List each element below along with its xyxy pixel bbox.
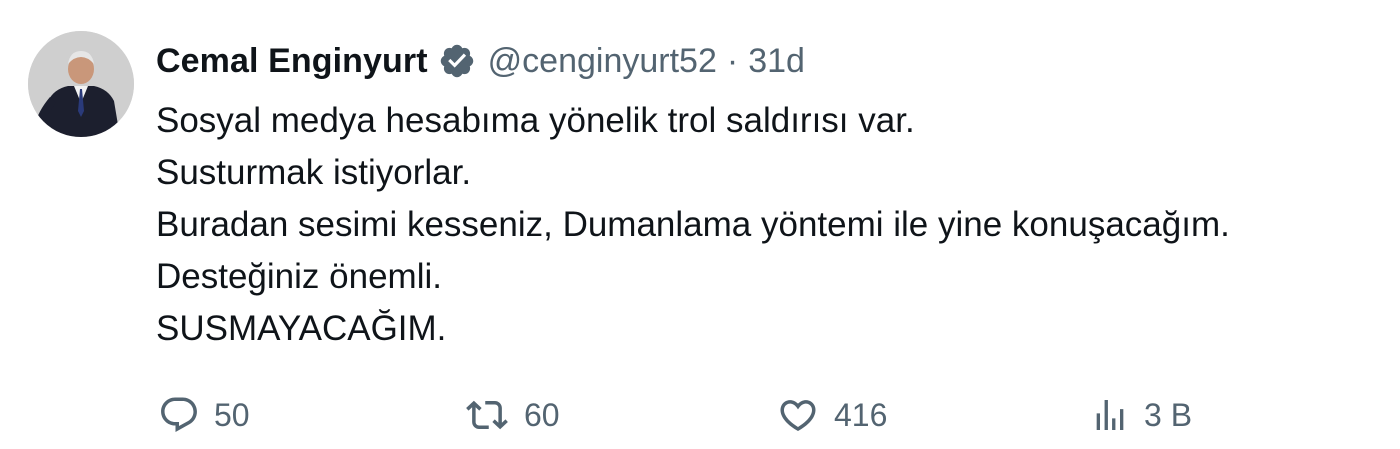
tweet-text: Sosyal medya hesabıma yönelik trol saldı… — [156, 95, 1376, 355]
reply-button[interactable]: 50 — [158, 390, 250, 440]
like-count: 416 — [834, 396, 888, 433]
avatar[interactable] — [28, 31, 134, 137]
views-count: 3 B — [1144, 396, 1193, 433]
tweet-text-line: Susturmak istiyorlar. — [156, 153, 472, 192]
tweet-header: Cemal Enginyurt @cenginyurt52 · 31d — [156, 38, 805, 84]
retweet-icon — [464, 394, 510, 436]
author-name[interactable]: Cemal Enginyurt — [156, 42, 428, 81]
tweet-card[interactable]: Cemal Enginyurt @cenginyurt52 · 31d Sosy… — [0, 0, 1400, 449]
tweet-text-line: Sosyal medya hesabıma yönelik trol saldı… — [156, 101, 915, 140]
verified-badge-icon — [438, 42, 476, 80]
tweet-timestamp[interactable]: 31d — [748, 42, 805, 81]
tweet-text-line: Desteğiniz önemli. — [156, 257, 442, 296]
tweet-text-line: Buradan sesimi kesseniz, Dumanlama yönte… — [156, 205, 1230, 244]
tweet-actions-bar: 50 60 416 3 B — [156, 390, 1356, 440]
retweet-button[interactable]: 60 — [464, 390, 560, 440]
reply-count: 50 — [214, 396, 250, 433]
separator-dot: · — [726, 41, 739, 80]
views-icon — [1090, 394, 1130, 436]
heart-icon — [776, 394, 820, 436]
views-button[interactable]: 3 B — [1090, 390, 1192, 440]
reply-icon — [158, 394, 200, 436]
tweet-text-line: SUSMAYACAĞIM. — [156, 309, 447, 348]
like-button[interactable]: 416 — [776, 390, 887, 440]
retweet-count: 60 — [524, 396, 560, 433]
author-handle[interactable]: @cenginyurt52 — [488, 42, 717, 81]
